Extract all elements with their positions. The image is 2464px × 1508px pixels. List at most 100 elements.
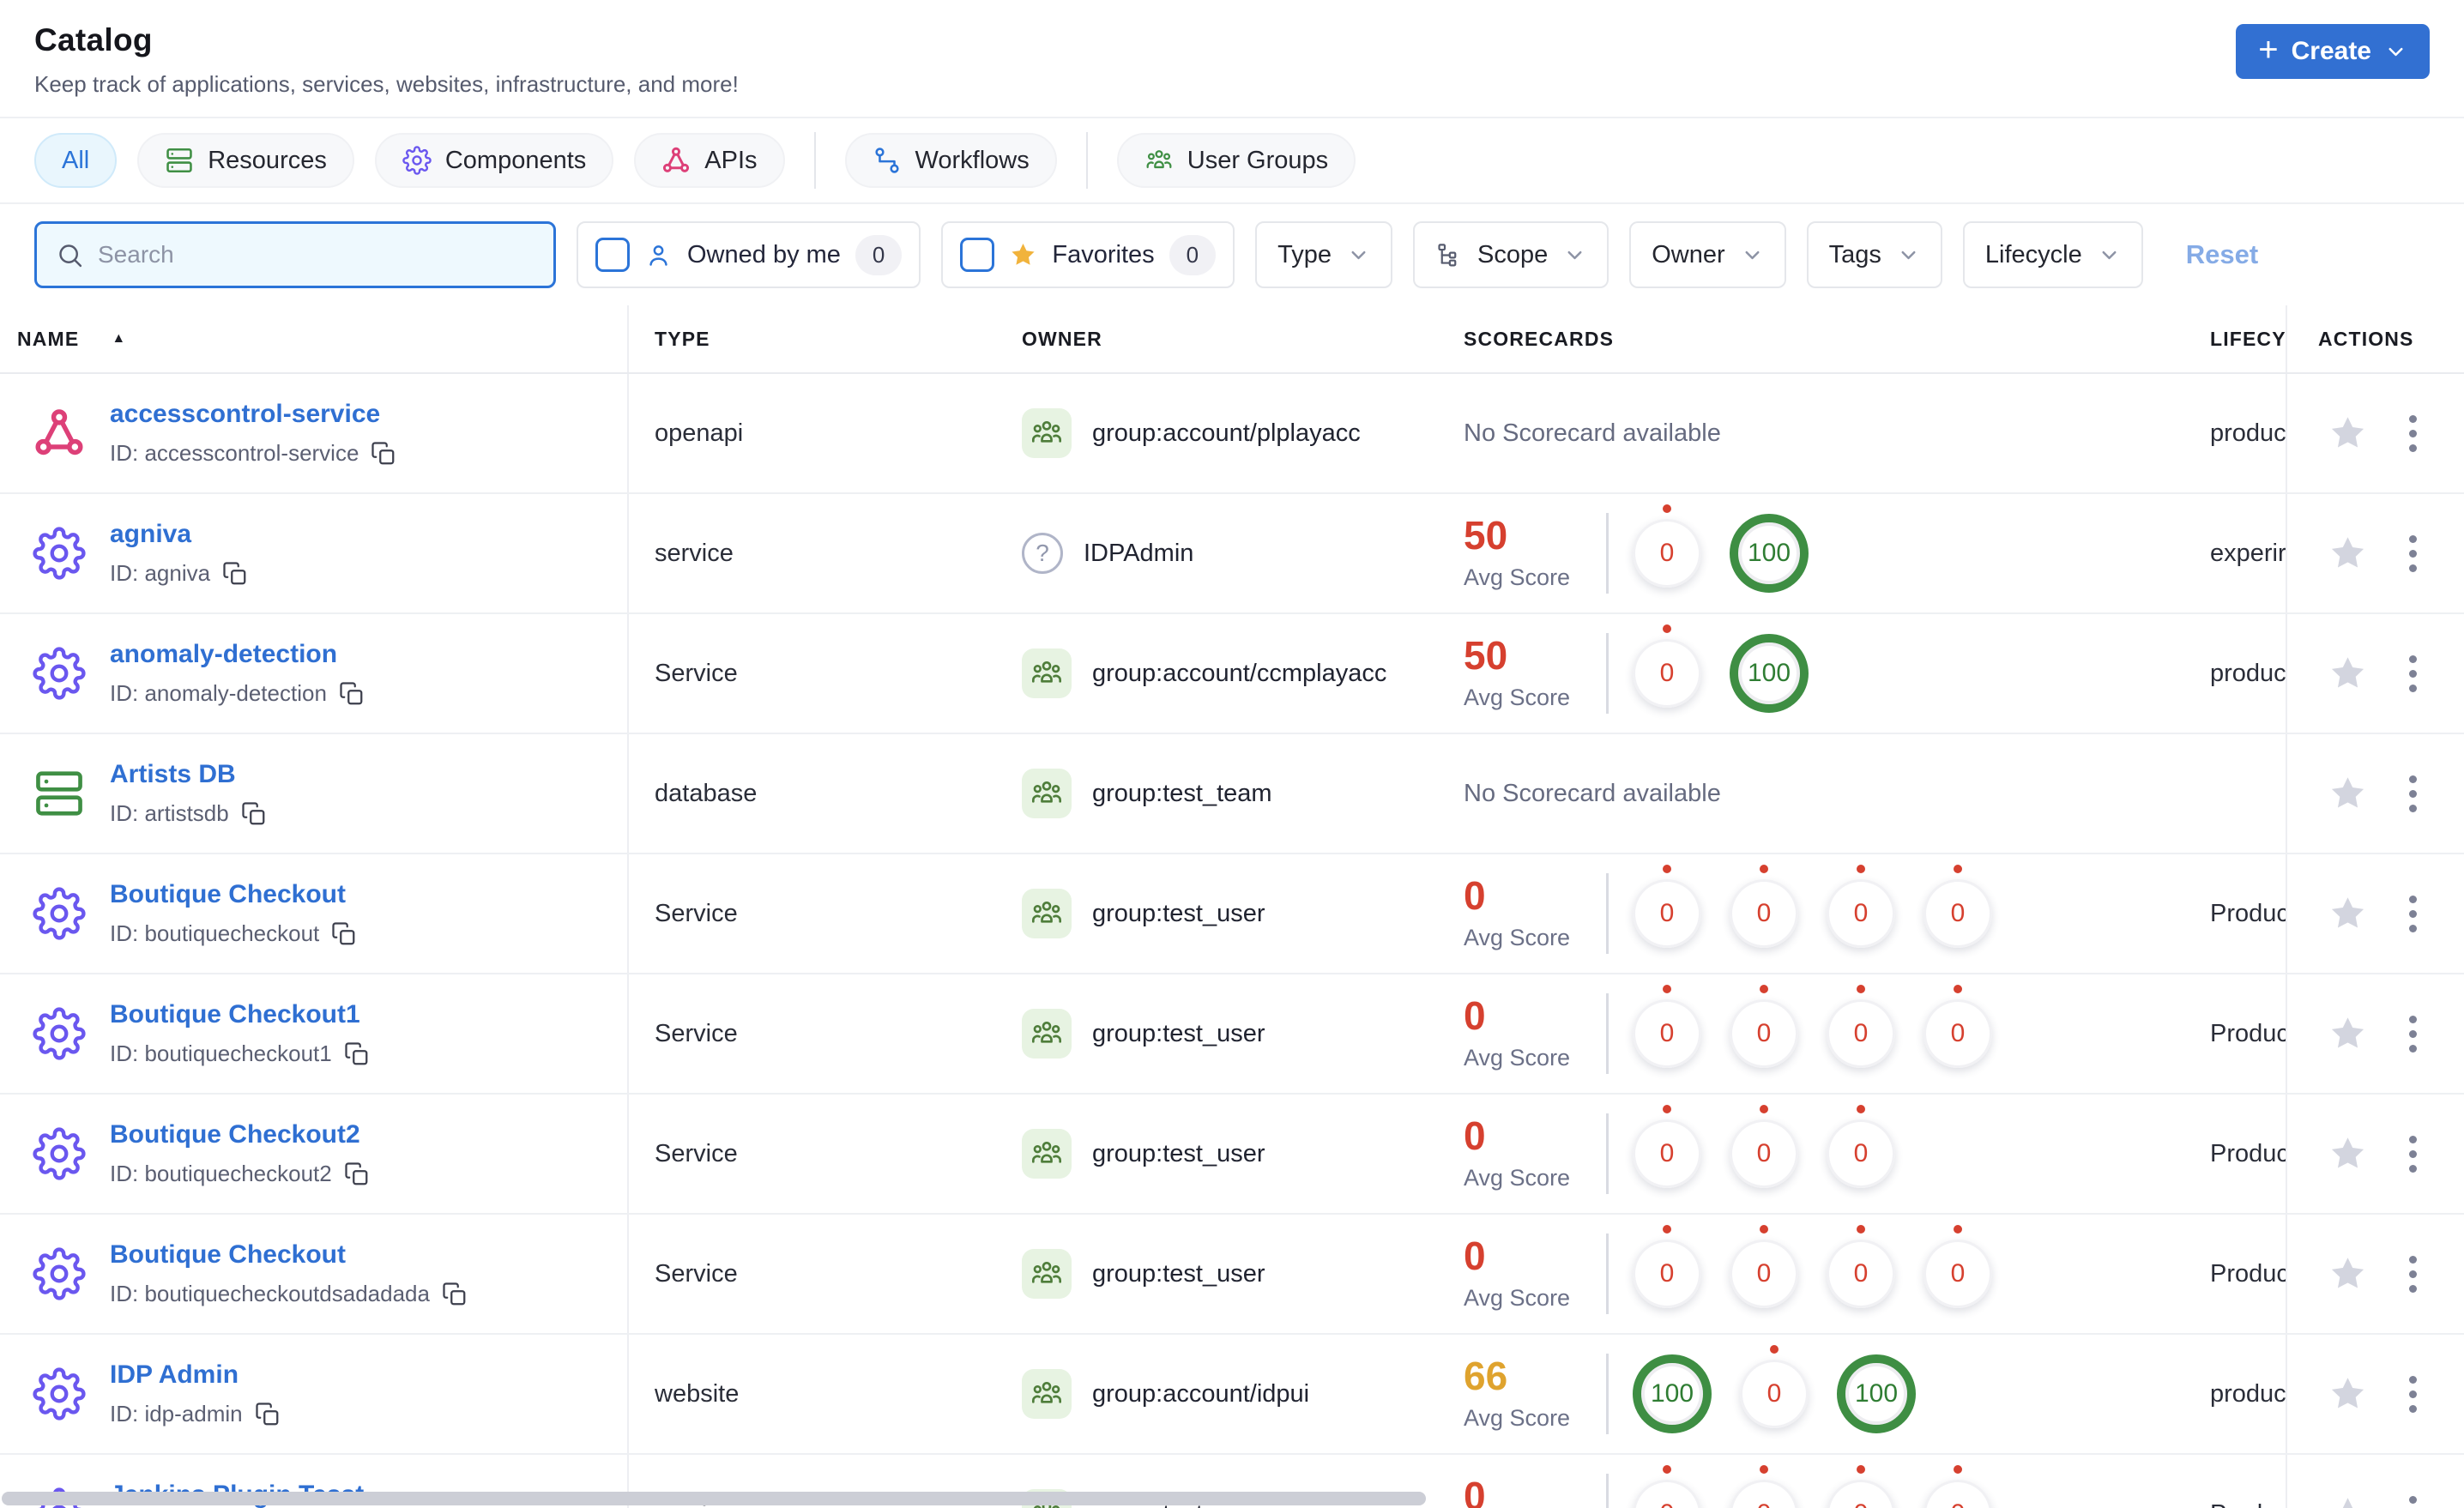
filter-dropdown-type[interactable]: Type bbox=[1255, 221, 1392, 288]
copy-icon[interactable] bbox=[344, 1041, 370, 1067]
kebab-menu-icon[interactable] bbox=[2402, 1249, 2424, 1300]
filter-dropdown-tags[interactable]: Tags bbox=[1806, 221, 1942, 288]
kebab-menu-icon[interactable] bbox=[2402, 648, 2424, 699]
scorecard-score-badge[interactable]: 0 bbox=[1923, 1225, 1992, 1308]
scorecard-score-badge[interactable]: 0 bbox=[1730, 865, 1798, 948]
page-subtitle: Keep track of applications, services, we… bbox=[34, 71, 739, 97]
copy-icon[interactable] bbox=[442, 1282, 468, 1307]
kebab-menu-icon[interactable] bbox=[2402, 1129, 2424, 1179]
kebab-menu-icon[interactable] bbox=[2402, 1369, 2424, 1420]
tab-components[interactable]: Components bbox=[374, 133, 614, 188]
column-header-name[interactable]: NAME ▲ bbox=[0, 305, 629, 372]
favorites-checkbox[interactable] bbox=[960, 238, 995, 272]
scorecard-score-badge[interactable]: 100 bbox=[1837, 1354, 1916, 1433]
entity-id: ID: boutiquecheckout1 bbox=[110, 1041, 332, 1066]
create-button[interactable]: + Create bbox=[2236, 24, 2430, 79]
scorecard-score-badge[interactable]: 0 bbox=[1827, 1105, 1895, 1188]
scorecard-score-badge[interactable]: 0 bbox=[1633, 1225, 1701, 1308]
copy-icon[interactable] bbox=[371, 441, 396, 467]
kebab-menu-icon[interactable] bbox=[2402, 889, 2424, 939]
favorite-star-icon[interactable] bbox=[2328, 894, 2368, 934]
scorecard-score-badge[interactable]: 0 bbox=[1730, 985, 1798, 1068]
scorecard-score-badge[interactable]: 0 bbox=[1827, 1225, 1895, 1308]
tab-user-groups[interactable]: User Groups bbox=[1116, 133, 1356, 188]
scorecard-score-badge[interactable]: 0 bbox=[1633, 985, 1701, 1068]
scorecard-score-badge[interactable]: 0 bbox=[1730, 1105, 1798, 1188]
scorecard-score-badge[interactable]: 0 bbox=[1923, 865, 1992, 948]
kebab-menu-icon[interactable] bbox=[2402, 528, 2424, 579]
tab-all[interactable]: All bbox=[34, 133, 118, 188]
chevron-down-icon bbox=[1347, 244, 1370, 267]
scorecard-score-badge[interactable]: 0 bbox=[1730, 1225, 1798, 1308]
no-scorecard-text: No Scorecard available bbox=[1464, 779, 1721, 807]
entity-name-link[interactable]: agniva bbox=[110, 520, 191, 548]
entity-name-link[interactable]: Boutique Checkout bbox=[110, 880, 346, 908]
favorite-star-icon[interactable] bbox=[2328, 413, 2368, 454]
entity-name-link[interactable]: Boutique Checkout1 bbox=[110, 1000, 360, 1028]
search-input[interactable] bbox=[98, 241, 534, 268]
copy-icon[interactable] bbox=[255, 1402, 281, 1427]
scorecard-score-badge[interactable]: 0 bbox=[1923, 1465, 1992, 1508]
tab-apis[interactable]: APIs bbox=[634, 133, 785, 188]
scorecard-score-badge[interactable]: 0 bbox=[1633, 504, 1701, 588]
entity-name-link[interactable]: IDP Admin bbox=[110, 1360, 239, 1389]
entity-id: ID: boutiquecheckoutdsadadada bbox=[110, 1281, 430, 1306]
favorite-star-icon[interactable] bbox=[2328, 1014, 2368, 1054]
tab-workflows[interactable]: Workflows bbox=[844, 133, 1057, 188]
group-icon bbox=[1022, 1009, 1072, 1059]
favorite-star-icon[interactable] bbox=[2328, 1374, 2368, 1415]
gear-icon bbox=[33, 1127, 86, 1180]
scorecard-score-badge[interactable]: 0 bbox=[1730, 1465, 1798, 1508]
entity-name-link[interactable]: Boutique Checkout2 bbox=[110, 1120, 360, 1149]
favorite-star-icon[interactable] bbox=[2328, 534, 2368, 574]
scorecard-score-badge[interactable]: 100 bbox=[1730, 514, 1809, 593]
tab-resources[interactable]: Resources bbox=[137, 133, 354, 188]
entity-name-link[interactable]: Artists DB bbox=[110, 760, 236, 788]
copy-icon[interactable] bbox=[331, 921, 357, 947]
kebab-menu-icon[interactable] bbox=[2402, 769, 2424, 819]
scorecard-score-badge[interactable]: 0 bbox=[1827, 865, 1895, 948]
search-box[interactable] bbox=[34, 221, 556, 288]
entity-name-link[interactable]: accesscontrol-service bbox=[110, 400, 380, 428]
divider bbox=[1606, 993, 1609, 1074]
owned-by-me-checkbox[interactable] bbox=[595, 238, 630, 272]
copy-icon[interactable] bbox=[222, 561, 248, 587]
entity-name-link[interactable]: Boutique Checkout bbox=[110, 1240, 346, 1269]
scorecard-score-badge[interactable]: 0 bbox=[1740, 1345, 1809, 1428]
kebab-menu-icon[interactable] bbox=[2402, 408, 2424, 459]
reset-filters-link[interactable]: Reset bbox=[2186, 239, 2258, 270]
scorecard-score-badge[interactable]: 0 bbox=[1633, 1465, 1701, 1508]
copy-icon[interactable] bbox=[241, 801, 267, 827]
chevron-down-icon bbox=[1563, 244, 1586, 267]
divider bbox=[1606, 1113, 1609, 1194]
filter-dropdown-owner[interactable]: Owner bbox=[1629, 221, 1786, 288]
owner-name: group:account/idpui bbox=[1092, 1379, 1310, 1408]
scorecard-score-badge[interactable]: 0 bbox=[1827, 985, 1895, 1068]
owned-by-me-filter[interactable]: Owned by me 0 bbox=[577, 221, 921, 288]
favorite-star-icon[interactable] bbox=[2328, 1134, 2368, 1174]
owner-name: group:test_team bbox=[1092, 779, 1272, 807]
kebab-menu-icon[interactable] bbox=[2402, 1009, 2424, 1059]
filter-dropdown-lifecycle[interactable]: Lifecycle bbox=[1962, 221, 2143, 288]
favorite-star-icon[interactable] bbox=[2328, 774, 2368, 814]
scorecard-score-badge[interactable]: 0 bbox=[1633, 624, 1701, 708]
scorecard-score-badge[interactable]: 0 bbox=[1827, 1465, 1895, 1508]
avg-score-label: Avg Score bbox=[1464, 685, 1571, 710]
kebab-menu-icon[interactable] bbox=[2402, 1489, 2424, 1508]
favorite-star-icon[interactable] bbox=[2328, 654, 2368, 694]
copy-icon[interactable] bbox=[339, 681, 365, 707]
scorecard-score-badge[interactable]: 0 bbox=[1633, 865, 1701, 948]
scorecard-score-badge[interactable]: 100 bbox=[1730, 634, 1809, 713]
scorecard-score-badge[interactable]: 0 bbox=[1633, 1105, 1701, 1188]
horizontal-scrollbar-thumb[interactable] bbox=[2, 1492, 1426, 1505]
favorites-filter[interactable]: Favorites 0 bbox=[941, 221, 1235, 288]
entity-type: service bbox=[655, 539, 734, 567]
scorecard-score-badge[interactable]: 0 bbox=[1923, 985, 1992, 1068]
owned-by-me-label: Owned by me bbox=[687, 240, 841, 268]
entity-name-link[interactable]: anomaly-detection bbox=[110, 640, 337, 668]
copy-icon[interactable] bbox=[344, 1161, 370, 1187]
favorite-star-icon[interactable] bbox=[2328, 1494, 2368, 1508]
filter-dropdown-scope[interactable]: Scope bbox=[1413, 221, 1609, 288]
scorecard-score-badge[interactable]: 100 bbox=[1633, 1354, 1712, 1433]
favorite-star-icon[interactable] bbox=[2328, 1254, 2368, 1294]
